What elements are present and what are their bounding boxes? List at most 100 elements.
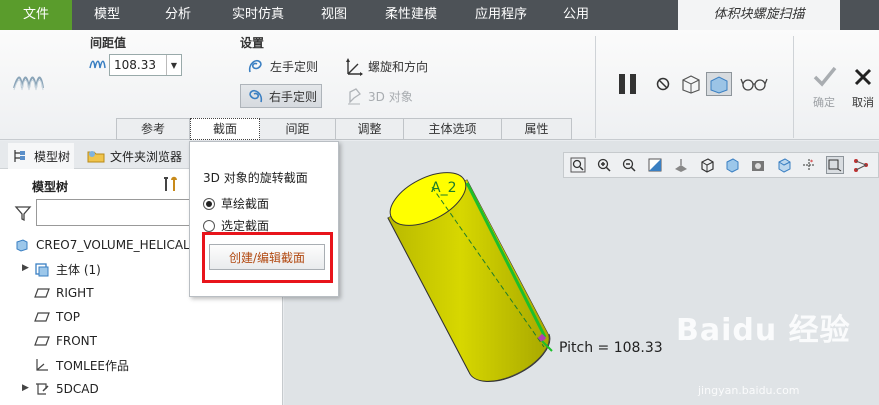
refit-icon[interactable] [569, 156, 587, 174]
tree-item-coordinate-system[interactable]: TOMLEE作品 [34, 354, 129, 376]
object-3d-button[interactable]: 3D 对象 [340, 84, 417, 108]
datum-display-icon[interactable]: * [801, 156, 819, 174]
tree-item-label: TOP [56, 310, 81, 324]
left-hand-rule-button[interactable]: 左手定则 [242, 54, 322, 78]
annotation-display-icon[interactable] [826, 156, 845, 174]
tab-pitch[interactable]: 间距 [260, 118, 336, 140]
chevron-down-icon[interactable]: ▼ [166, 55, 181, 75]
cancel-button-label[interactable]: 取消 [848, 94, 878, 110]
helix-direction-button[interactable]: 螺旋和方向 [340, 54, 432, 78]
menu-flexible-modeling[interactable]: 柔性建模 [366, 0, 456, 30]
saved-orientations-icon[interactable] [698, 156, 716, 174]
menu-bar: 文件 模型 分析 实时仿真 视图 柔性建模 应用程序 公用 体积块螺旋扫描 [0, 0, 879, 30]
watermark: Baidu 经验 [676, 313, 851, 348]
object-3d-label: 3D 对象 [368, 89, 413, 104]
repaint-icon[interactable] [646, 156, 664, 174]
tree-item-label: CREO7_VOLUME_HELICAL_ [36, 238, 196, 252]
pitch-value-combo[interactable]: 108.33 ▼ [109, 54, 182, 76]
tree-item-label: FRONT [56, 334, 97, 348]
folder-icon [86, 148, 106, 164]
display-style-icon[interactable] [672, 156, 690, 174]
tree-item-label: 5DCAD [56, 382, 99, 396]
tab-body-options[interactable]: 主体选项 [404, 118, 502, 140]
helical-sweep-icon [12, 72, 46, 94]
tab-folder-browser-label: 文件夹浏览器 [110, 149, 183, 164]
sections-panel-title: 3D 对象的旋转截面 [203, 171, 308, 185]
object-3d-icon [344, 86, 364, 106]
menu-utilities[interactable]: 公用 [546, 0, 606, 30]
sections-panel: 3D 对象的旋转截面 草绘截面 选定截面 创建/编辑截面 [189, 141, 339, 297]
ribbon-divider [595, 36, 596, 138]
pause-icon[interactable] [616, 72, 640, 96]
ribbon-divider [793, 36, 794, 138]
tree-item-label: 主体 (1) [56, 262, 101, 277]
helical-sweep-model[interactable] [284, 141, 879, 405]
pitch-value[interactable]: 108.33 [110, 58, 166, 72]
tab-model-tree[interactable]: 模型树 [8, 143, 75, 169]
preview-geometry-icon[interactable] [680, 74, 702, 94]
tab-adjust[interactable]: 调整 [336, 118, 404, 140]
no-preview-icon[interactable] [656, 77, 670, 91]
appearance-icon[interactable] [775, 156, 793, 174]
coordinate-system-icon [34, 357, 50, 373]
tab-sections[interactable]: 截面 [190, 118, 260, 140]
menu-model[interactable]: 模型 [72, 0, 142, 30]
tree-item-top-plane[interactable]: TOP [34, 306, 80, 328]
dashboard-tabs: 参考 截面 间距 调整 主体选项 属性 [116, 118, 572, 140]
perspective-icon[interactable] [749, 156, 767, 174]
helix-direction-label: 螺旋和方向 [368, 59, 429, 74]
expand-arrow-icon[interactable]: ▶ [22, 263, 29, 273]
right-hand-helix-icon [245, 86, 265, 106]
tab-model-tree-label: 模型树 [34, 149, 71, 164]
model-tree-icon [12, 148, 30, 164]
close-icon[interactable] [852, 66, 874, 88]
left-hand-rule-label: 左手定则 [270, 59, 319, 74]
axis-direction-icon [344, 56, 364, 76]
tab-folder-browser[interactable]: 文件夹浏览器 [82, 143, 186, 169]
expand-arrow-icon[interactable]: ▶ [22, 383, 29, 393]
menu-file[interactable]: 文件 [0, 0, 72, 30]
menu-realtime-sim[interactable]: 实时仿真 [214, 0, 302, 30]
sketch-icon [34, 381, 50, 397]
ribbon: 间距值 108.33 ▼ 设置 左手定则 右手定则 螺旋和方向 3D 对象 确定… [0, 30, 879, 140]
tree-item-root-part[interactable]: CREO7_VOLUME_HELICAL_ [14, 234, 196, 256]
glasses-icon[interactable] [740, 76, 768, 92]
watermark-url: jingyan.baidu.com [698, 384, 800, 397]
tree-item-bodies[interactable]: 主体 (1) [34, 258, 101, 280]
tree-item-sketch[interactable]: 5DCAD [34, 378, 99, 400]
left-hand-helix-icon [246, 56, 266, 76]
menu-view[interactable]: 视图 [302, 0, 366, 30]
radio-sketch-section[interactable]: 草绘截面 [203, 195, 269, 212]
filter-icon[interactable] [14, 204, 32, 222]
menu-applications[interactable]: 应用程序 [456, 0, 546, 30]
tab-properties[interactable]: 属性 [502, 118, 572, 140]
right-hand-rule-label: 右手定则 [269, 89, 318, 104]
network-icon[interactable] [852, 156, 870, 174]
model-tree-title: 模型树 [32, 180, 69, 194]
datum-plane-icon [34, 333, 50, 349]
zoom-in-icon[interactable] [595, 156, 613, 174]
ok-button-label[interactable]: 确定 [810, 94, 838, 110]
verify-feature-icon[interactable] [706, 72, 732, 96]
pitch-annotation[interactable]: Pitch = 108.33 [559, 340, 663, 356]
radio-indicator[interactable] [203, 197, 215, 210]
tree-item-right-plane[interactable]: RIGHT [34, 282, 94, 304]
graphics-window[interactable] [284, 141, 879, 405]
right-hand-rule-button[interactable]: 右手定则 [240, 84, 323, 108]
menu-analysis[interactable]: 分析 [142, 0, 214, 30]
radio-label: 草绘截面 [221, 197, 270, 211]
view-manager-icon[interactable] [723, 156, 741, 174]
part-icon [14, 237, 30, 253]
tools-icon[interactable] [162, 175, 180, 193]
axis-label: A_2 [431, 180, 457, 196]
tree-item-front-plane[interactable]: FRONT [34, 330, 97, 352]
pitch-group-label: 间距值 [90, 36, 127, 50]
settings-group-label: 设置 [240, 36, 265, 50]
create-edit-section-button[interactable]: 创建/编辑截面 [209, 244, 325, 270]
tab-references[interactable]: 参考 [116, 118, 190, 140]
zoom-out-icon[interactable] [620, 156, 638, 174]
graphics-toolbar: * [563, 152, 879, 178]
tab-volume-helical-sweep[interactable]: 体积块螺旋扫描 [678, 0, 840, 30]
radio-indicator[interactable] [203, 219, 215, 232]
check-icon[interactable] [812, 64, 838, 88]
